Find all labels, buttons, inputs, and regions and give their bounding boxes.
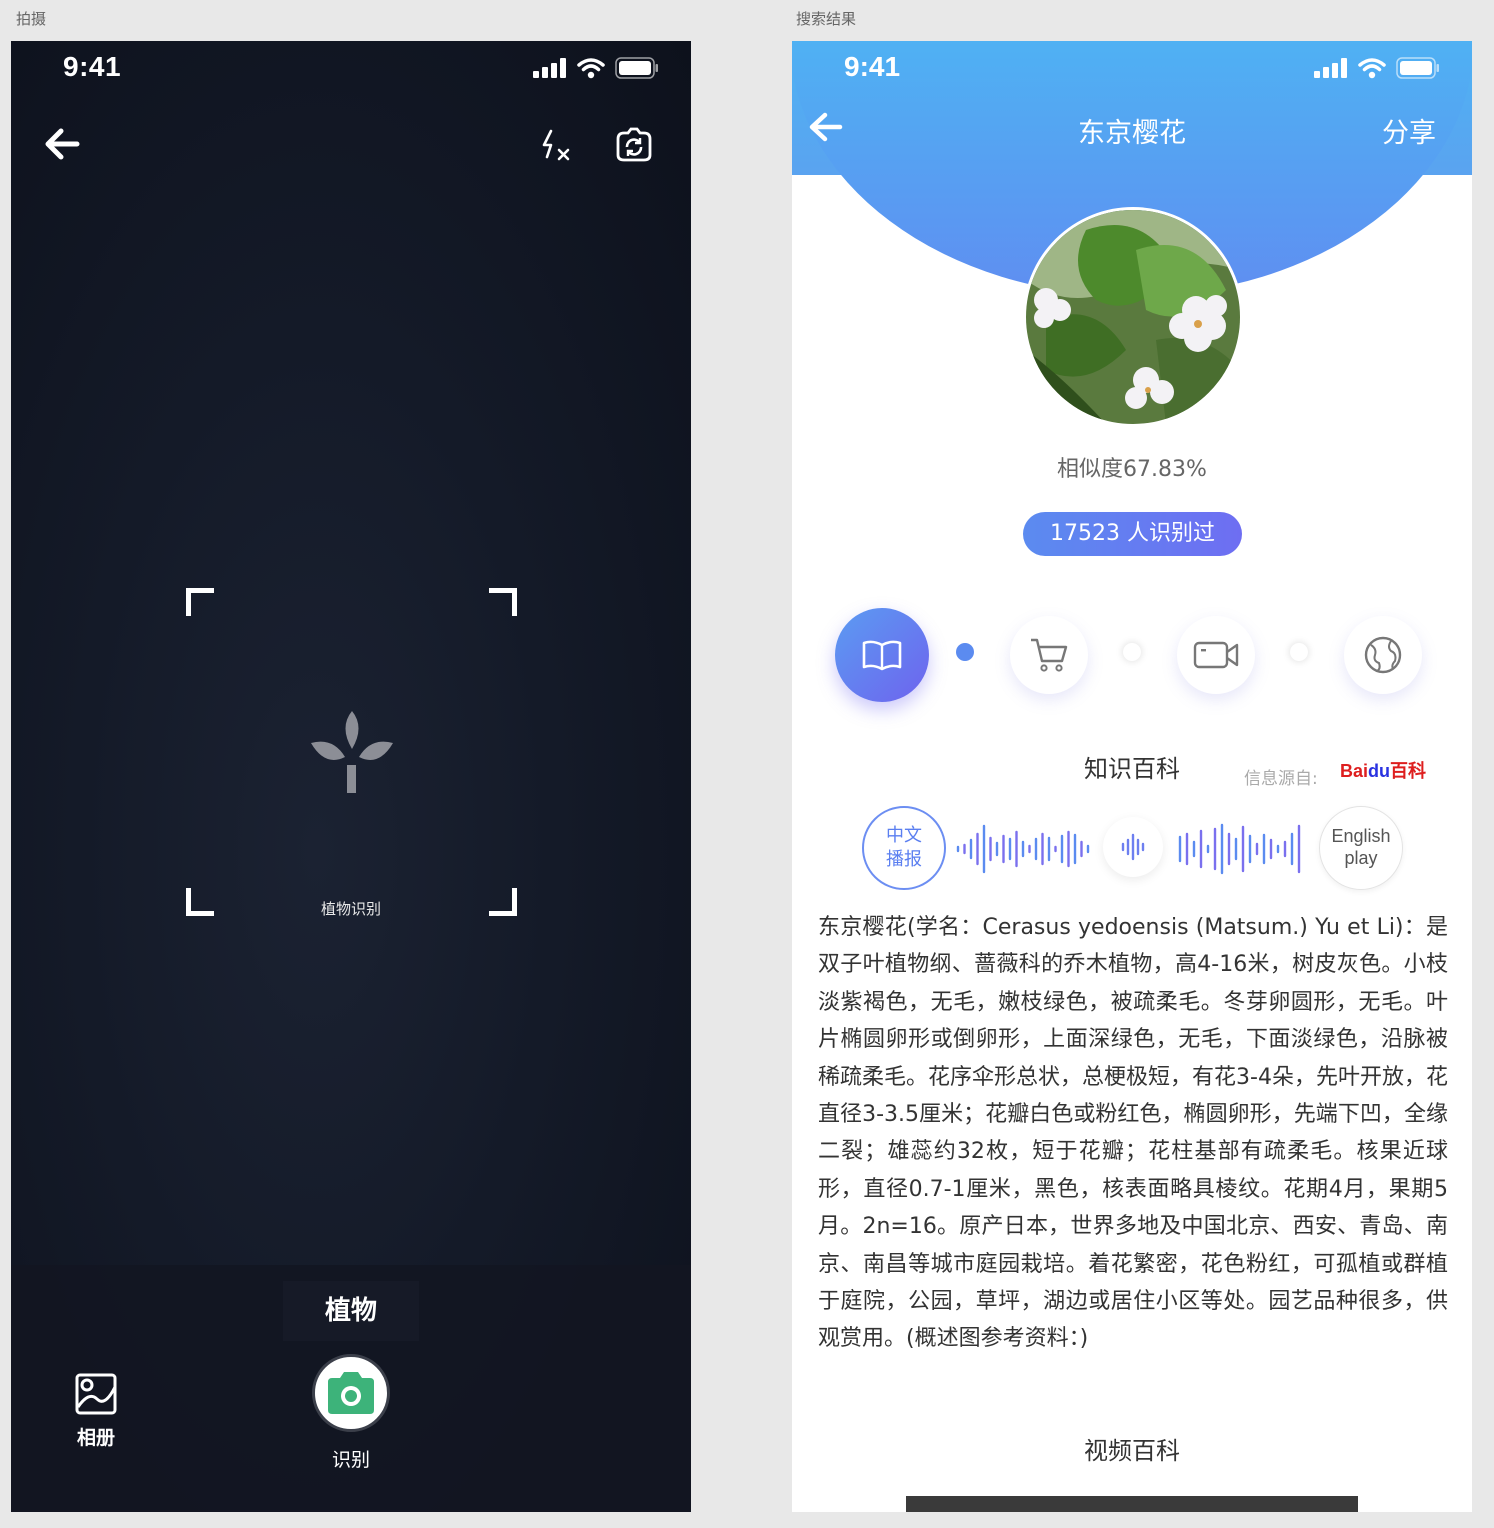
recognition-count-badge: 17523 人识别过 [1023,512,1242,556]
status-icons [533,57,659,79]
play-cn-line2: 播报 [886,849,922,870]
play-english-button[interactable]: English play [1319,806,1403,890]
audio-waveform-left [956,824,1090,874]
knowledge-section-title: 知识百科 [1084,755,1180,783]
globe-icon [1364,636,1402,674]
result-screen: 9:41 东京樱花 分享 相似度67.83% 17523 人识别过 知识百科 信… [792,41,1472,1512]
play-chinese-button[interactable]: 中文 播报 [862,806,946,890]
tab-dot [1123,643,1141,661]
tab-shop[interactable] [1010,616,1088,694]
scan-frame-corner-tl [186,588,214,616]
signal-icon [1314,58,1347,78]
tab-dot [1290,643,1308,661]
video-icon [1193,641,1239,669]
audio-waveform-right [1178,823,1301,875]
camera-screen: 9:41 植物识别 植物 相册 识别 [11,41,691,1512]
flash-off-icon[interactable] [541,129,571,163]
signal-icon [533,58,566,78]
status-time: 9:41 [844,51,901,82]
scan-frame-corner-bl [186,888,214,916]
tab-video[interactable] [1177,616,1255,694]
plant-photo [1023,207,1243,427]
shutter-button[interactable] [312,1354,390,1432]
tab-dot [956,643,974,661]
scan-frame-corner-br [489,888,517,916]
similarity-score: 相似度67.83% [1057,457,1207,482]
status-icons [1314,57,1440,79]
battery-icon [615,57,658,79]
audio-play-indicator[interactable] [1103,817,1163,877]
scan-hint: 植物识别 [320,900,381,918]
play-cn-line1: 中文 [886,825,922,846]
switch-camera-icon[interactable] [614,127,654,163]
wifi-icon [1358,58,1386,79]
album-button[interactable]: 相册 [66,1373,126,1450]
video-thumbnail[interactable] [906,1496,1358,1512]
baidu-logo: Baidu百科 [1340,761,1427,781]
back-arrow-icon[interactable] [806,107,846,147]
mode-label[interactable]: 植物 [283,1281,419,1341]
plant-description: 东京樱花(学名：Cerasus yedoensis (Matsum.) Yu e… [818,915,1448,1352]
tab-encyclopedia[interactable] [835,608,929,702]
artboard-label-result: 搜索结果 [796,10,857,28]
album-label: 相册 [76,1427,115,1449]
back-arrow-icon[interactable] [41,123,83,165]
cart-icon [1031,638,1068,672]
wifi-icon [577,58,605,79]
shutter-label: 识别 [331,1449,370,1471]
artboard-label-camera: 拍摄 [16,10,47,28]
source-label: 信息源自: [1244,769,1318,789]
play-en-line1: English [1331,826,1391,846]
plant-icon [311,711,393,793]
battery-icon [1396,57,1439,79]
camera-icon [328,1372,374,1414]
book-icon [862,640,902,671]
scan-frame-corner-tr [489,588,517,616]
tab-web[interactable] [1344,616,1422,694]
page-title: 东京樱花 [1078,118,1186,149]
album-icon [75,1373,117,1415]
share-button[interactable]: 分享 [1382,111,1436,150]
play-en-line2: play [1344,848,1378,868]
status-time: 9:41 [63,51,122,82]
video-section-title: 视频百科 [1084,1437,1180,1465]
wave-icon [1121,833,1145,861]
